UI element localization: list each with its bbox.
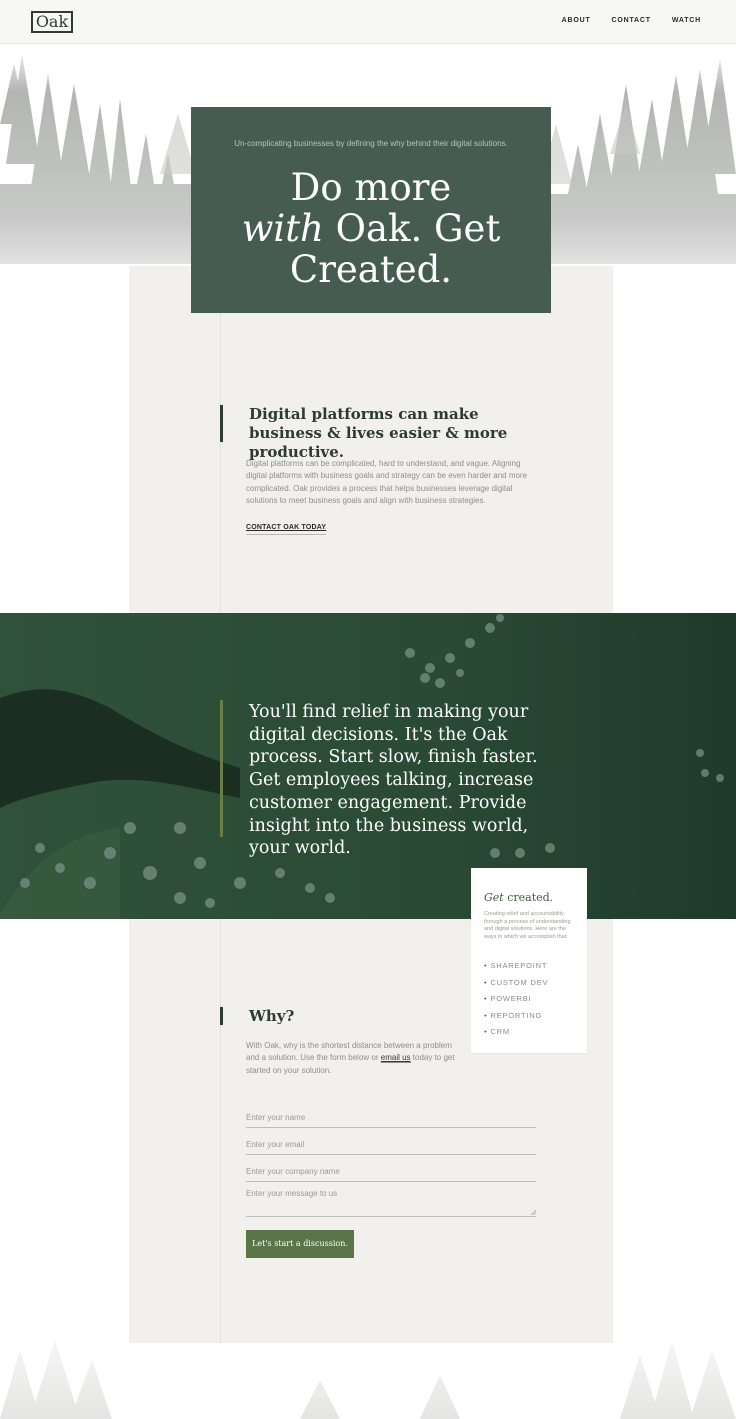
service-item[interactable]: • CRM [484,1027,548,1044]
nav-link-watch[interactable]: WATCH [672,17,701,24]
site-header: Oak ABOUT CONTACT WATCH [0,0,736,44]
why-body: With Oak, why is the shortest distance b… [246,1040,456,1077]
bullet-icon: • [484,1027,488,1036]
panel-guide-line-bottom [220,919,221,1343]
card-description: Creating relief and accountability throu… [484,911,571,940]
section-accent-bar [220,405,223,442]
hero-title-line3: Created. [289,248,453,291]
resize-handle-icon[interactable] [531,1210,536,1215]
bullet-icon: • [484,961,488,970]
card-title-italic: Get [484,891,504,904]
hero-title: Do more with Oak. Get Created. [191,167,551,290]
nav-link-about[interactable]: ABOUT [562,17,591,24]
intro-body: Digital platforms can be complicated, ha… [246,459,528,505]
company-field [246,1161,536,1182]
card-title: Get created. [484,891,553,904]
service-label: CRM [490,1027,510,1036]
why-accent-bar [220,1007,223,1025]
message-textarea[interactable] [246,1189,536,1212]
service-item[interactable]: • SHAREPOINT [484,961,548,978]
process-accent-bar [220,700,223,837]
email-field [246,1134,536,1155]
intro-heading: Digital platforms can make business & li… [249,405,508,461]
bullet-icon: • [484,977,488,987]
service-label: CUSTOM DEV [490,977,549,987]
service-label: REPORTING [490,1010,543,1020]
email-input[interactable] [246,1140,536,1154]
service-item[interactable]: • CUSTOM DEV [484,978,548,995]
service-item[interactable]: • POWERBI [484,994,548,1011]
hero-box: Un-complicating businesses by defining t… [191,107,551,313]
services-list: • SHAREPOINT • CUSTOM DEV • POWERBI • REPORT… [484,961,548,1044]
oak-logo[interactable]: Oak [31,11,73,33]
hero-title-line2: Oak. Get [323,207,501,250]
main-nav: ABOUT CONTACT WATCH [562,17,701,24]
hero-title-line1: Do more [290,166,452,209]
bullet-icon: • [484,1010,488,1020]
card-title-rest: created. [503,891,554,904]
service-label: POWERBI [490,994,532,1003]
email-us-link[interactable]: email us [380,1053,411,1064]
contact-oak-link[interactable]: CONTACT OAK TODAY [246,524,327,535]
hero-subtitle: Un-complicating businesses by defining t… [234,139,508,148]
company-input[interactable] [246,1167,536,1181]
name-field [246,1107,536,1128]
service-label: SHAREPOINT [490,961,548,970]
start-discussion-button[interactable]: Let's start a discussion. [246,1230,354,1258]
why-heading: Why? [249,1007,295,1025]
service-item[interactable]: • REPORTING [484,1011,548,1028]
name-input[interactable] [246,1113,536,1127]
get-created-card: Get created. Creating relief and account… [471,868,587,1053]
process-statement: You'll find relief in making your digita… [249,702,538,859]
bullet-icon: • [484,994,488,1003]
message-field [246,1189,536,1217]
nav-link-contact[interactable]: CONTACT [612,17,651,24]
hero-title-italic: with [241,207,324,250]
